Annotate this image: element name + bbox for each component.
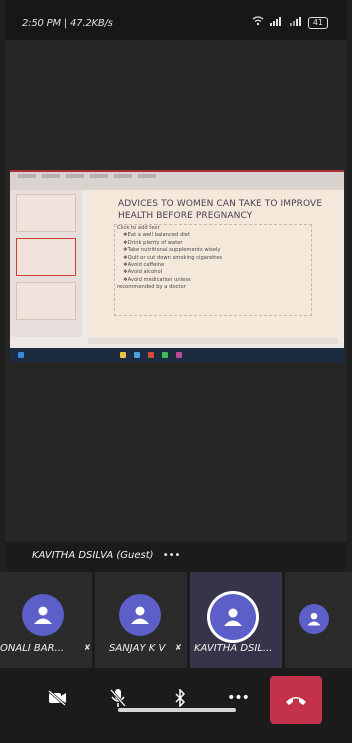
slide-placeholder: Click to add text bbox=[117, 225, 160, 231]
mic-off-small-icon: ✘ bbox=[84, 643, 91, 652]
hang-up-icon bbox=[284, 691, 308, 710]
participant-strip: ONALI BAR... ✘ SANJAY K V ✘ KAVITHA DSIL… bbox=[0, 572, 352, 668]
slide-bullet: recommended by a doctor bbox=[117, 284, 186, 291]
presenter-name-label[interactable]: KAVITHA DSILVA (Guest) ••• bbox=[26, 544, 192, 568]
participant-name: SANJAY K V bbox=[109, 643, 166, 654]
home-indicator[interactable] bbox=[118, 708, 236, 712]
participant-tile[interactable]: SANJAY K V ✘ bbox=[95, 572, 187, 668]
avatar-icon bbox=[22, 594, 64, 636]
participant-tile[interactable]: ONALI BAR... ✘ bbox=[0, 572, 92, 668]
windows-taskbar bbox=[10, 348, 344, 362]
signal-icon bbox=[269, 16, 284, 29]
status-icons: 41 bbox=[252, 16, 328, 29]
status-time: 2:50 PM | 47.2KB/s bbox=[22, 18, 113, 29]
avatar-icon bbox=[210, 594, 256, 640]
slide-bullet: ❖Avoid caffeine bbox=[123, 262, 165, 269]
slide-title: ADVICES TO WOMEN CAN TAKE TO IMPROVE HEA… bbox=[118, 199, 323, 221]
avatar-icon bbox=[299, 604, 329, 634]
slide-thumbnails bbox=[10, 190, 82, 337]
video-off-icon[interactable] bbox=[40, 680, 76, 716]
slide-bullet: ❖Avoid medication unless bbox=[123, 276, 191, 283]
slide-bullet: ❖Avoid alcohol bbox=[123, 269, 163, 276]
mic-off-small-icon: ✘ bbox=[175, 643, 182, 652]
avatar-icon bbox=[119, 594, 161, 636]
participant-name: KAVITHA DSIL... bbox=[194, 643, 273, 654]
ppt-notes-bar bbox=[88, 338, 338, 344]
slide-body: Click to add text ❖Eat a well balanced d… bbox=[114, 224, 312, 316]
slide: ADVICES TO WOMEN CAN TAKE TO IMPROVE HEA… bbox=[88, 190, 338, 336]
status-bar: 2:50 PM | 47.2KB/s 41 bbox=[6, 0, 346, 40]
participant-tile[interactable] bbox=[285, 572, 352, 668]
slide-bullet: ❖Eat a well balanced diet bbox=[123, 232, 190, 239]
participant-tile-active[interactable]: KAVITHA DSIL... bbox=[190, 572, 282, 668]
slide-bullet: ❖Drink plenty of water bbox=[123, 239, 183, 246]
presenter-name: KAVITHA DSILVA (Guest) bbox=[32, 550, 154, 561]
presenter-more-icon[interactable]: ••• bbox=[163, 550, 181, 561]
battery-icon: 41 bbox=[307, 16, 328, 29]
slide-bullet: ❖Take nutritional supplements wisely bbox=[123, 247, 221, 254]
hang-up-button[interactable] bbox=[270, 676, 322, 724]
call-controls: ••• bbox=[0, 668, 352, 743]
slide-bullet: ❖Quit or cut down smoking cigarettes bbox=[123, 254, 223, 261]
shared-screen[interactable]: ADVICES TO WOMEN CAN TAKE TO IMPROVE HEA… bbox=[10, 170, 344, 362]
wifi-icon bbox=[252, 16, 264, 29]
participant-name: ONALI BAR... bbox=[0, 643, 65, 654]
signal-icon-2 bbox=[289, 16, 302, 29]
ppt-ribbon bbox=[10, 172, 344, 190]
